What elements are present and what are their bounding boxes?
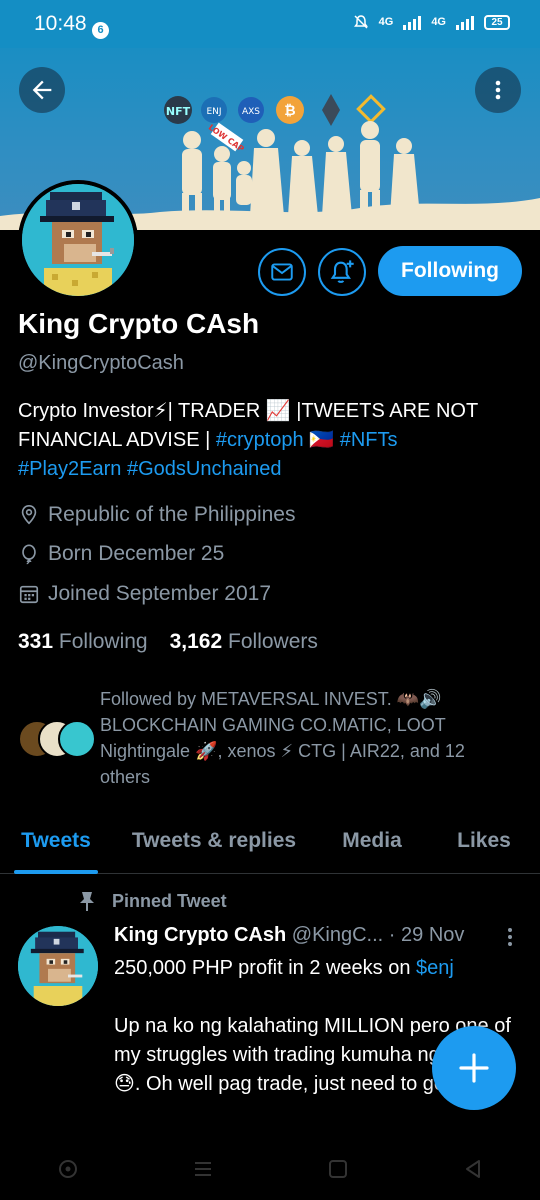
notification-count-badge: 6: [92, 22, 109, 39]
crypto-coins: NFT ENJ AXS ₿: [164, 94, 386, 126]
signal-icon: [403, 14, 422, 30]
back-arrow-icon: [32, 80, 52, 100]
profile-name: King Crypto CAsh: [18, 308, 260, 339]
follow-counts: 331 Following 3,162 Followers: [18, 630, 318, 654]
message-button[interactable]: [258, 248, 306, 296]
more-options-button[interactable]: [475, 67, 521, 113]
back-button[interactable]: [19, 67, 65, 113]
ape-avatar-art: [22, 184, 134, 296]
avatar: [58, 720, 96, 758]
pinned-label: Pinned Tweet: [78, 890, 227, 912]
tab-tweets[interactable]: Tweets: [0, 808, 112, 874]
network-label-1: 4G: [378, 16, 394, 28]
coin-enj-text: ENJ: [206, 107, 221, 117]
network-label-2: 4G: [431, 16, 446, 28]
profile-location: Republic of the Philippines: [18, 503, 296, 527]
hashtag-link[interactable]: #cryptoph: [216, 429, 304, 451]
profile-joined: Joined September 2017: [18, 582, 271, 606]
more-vertical-icon: [495, 80, 501, 100]
balloon-icon: [22, 544, 36, 565]
ape-avatar-art-small: [18, 926, 98, 1006]
hashtag-link[interactable]: #GodsUnchained: [127, 458, 282, 480]
pinned-label-text: Pinned Tweet: [112, 890, 227, 911]
tweet-author-name[interactable]: King Crypto CAsh: [114, 924, 286, 946]
status-time: 10:48: [34, 12, 87, 35]
hashtag-link[interactable]: #Play2Earn: [18, 458, 121, 480]
profile-handle: @KingCryptoCash: [18, 352, 184, 374]
tweet-header: King Crypto CAsh @KingC... · 29 Nov: [114, 924, 494, 947]
profile-avatar[interactable]: [18, 180, 138, 300]
hashtag-link[interactable]: #NFTs: [340, 429, 398, 451]
assistant-icon[interactable]: [57, 1158, 79, 1180]
signal-icon-2: [456, 14, 474, 30]
joined-text: Joined September 2017: [48, 582, 271, 605]
followed-by-text: Followed by METAVERSAL INVEST. 🦇🔊 BLOCKC…: [100, 689, 465, 787]
mail-icon: [271, 263, 293, 281]
system-navigation-bar: [0, 1138, 540, 1200]
tweet-author-handle: @KingC...: [291, 924, 384, 946]
battery-icon: 25: [484, 14, 510, 30]
bell-plus-icon: [330, 260, 354, 283]
followers-count: 3,162: [169, 630, 223, 653]
birthday-text: Born December 25: [48, 542, 225, 565]
following-button[interactable]: Following: [378, 246, 522, 296]
tab-media[interactable]: Media: [316, 808, 428, 874]
notifications-button[interactable]: [318, 248, 366, 296]
tweet-date: · 29 Nov: [388, 924, 465, 946]
followed-by-avatars: [18, 720, 98, 760]
profile-birthday: Born December 25: [18, 542, 224, 566]
location-text: Republic of the Philippines: [48, 503, 296, 526]
back-triangle-icon[interactable]: [462, 1158, 484, 1180]
home-square-icon[interactable]: [327, 1158, 349, 1180]
recents-menu-icon[interactable]: [192, 1158, 214, 1180]
tweet-text-line: 250,000 PHP profit in 2 weeks on: [114, 957, 417, 979]
following-count: 331: [18, 630, 54, 653]
coin-axs-text: AXS: [242, 107, 260, 117]
more-vertical-icon: [508, 928, 512, 946]
status-bar: 10:48 6 4G 4G 25: [0, 0, 540, 48]
coin-nft-text: NFT: [166, 105, 191, 118]
status-icons: 4G 4G 25: [353, 14, 510, 30]
tweet-author-avatar[interactable]: [18, 926, 98, 1006]
profile-bio: Crypto Investor⚡| TRADER 📈 |TWEETS ARE N…: [18, 397, 518, 484]
bell-muted-icon: [353, 15, 368, 29]
following-count-link[interactable]: 331 Following: [18, 630, 148, 654]
pin-icon: [80, 892, 94, 911]
calendar-icon: [19, 585, 39, 604]
compose-plus-icon: [459, 1053, 489, 1083]
svg-text:₿: ₿: [284, 103, 295, 119]
followers-label: Followers: [228, 630, 318, 653]
cashtag-link[interactable]: $enj: [416, 957, 454, 979]
bio-flag: 🇵🇭: [303, 429, 340, 451]
tab-tweets-replies[interactable]: Tweets & replies: [112, 808, 316, 874]
location-pin-icon: [21, 505, 37, 525]
tab-likes[interactable]: Likes: [428, 808, 540, 874]
profile-tabs: Tweets Tweets & replies Media Likes: [0, 808, 540, 874]
tweet-more-button[interactable]: [504, 926, 516, 954]
compose-tweet-button[interactable]: [432, 1026, 516, 1110]
following-label: Following: [58, 630, 148, 653]
followers-count-link[interactable]: 3,162 Followers: [170, 630, 318, 654]
